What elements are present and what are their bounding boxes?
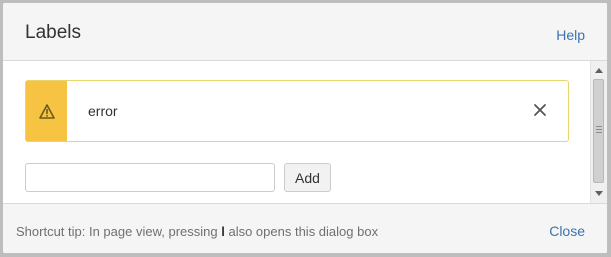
shortcut-tip: Shortcut tip: In page view, pressing l a…	[16, 224, 378, 239]
chevron-down-icon	[595, 190, 603, 196]
help-link[interactable]: Help	[556, 27, 585, 43]
dialog-title: Labels	[25, 22, 81, 43]
body-scrollbar[interactable]	[590, 61, 607, 203]
shortcut-tip-before: Shortcut tip: In page view, pressing	[16, 224, 222, 239]
scroll-down-arrow[interactable]	[591, 185, 607, 201]
scroll-thumb[interactable]	[593, 79, 604, 183]
labels-dialog: Labels Help error Add Shortcut tip: In p…	[2, 2, 608, 254]
label-item: error	[25, 80, 569, 142]
chevron-up-icon	[595, 67, 603, 73]
add-label-button[interactable]: Add	[284, 163, 331, 192]
scroll-up-arrow[interactable]	[591, 62, 607, 78]
warning-icon	[38, 103, 55, 119]
dialog-body: error Add	[3, 61, 590, 203]
remove-label-button[interactable]	[530, 100, 550, 120]
label-input[interactable]	[25, 163, 275, 192]
close-link[interactable]: Close	[549, 223, 585, 239]
warning-strip	[26, 81, 67, 141]
dialog-header: Labels Help	[3, 3, 607, 61]
shortcut-tip-after: also opens this dialog box	[224, 224, 379, 239]
thumb-grip	[596, 126, 602, 135]
close-icon	[534, 104, 546, 116]
dialog-footer: Shortcut tip: In page view, pressing l a…	[3, 203, 607, 253]
label-text: error	[88, 103, 118, 119]
